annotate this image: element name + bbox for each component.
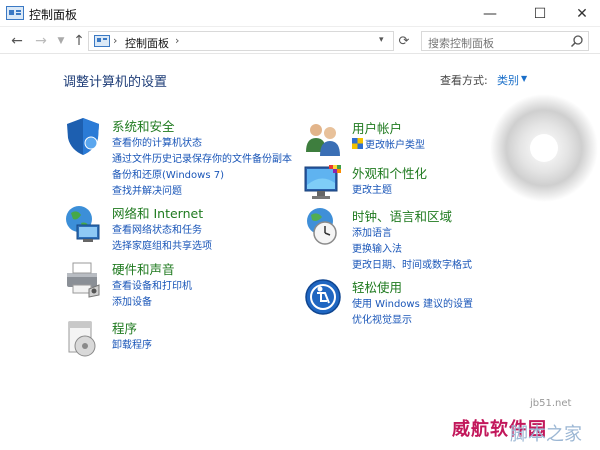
link-add-device[interactable]: 添加设备: [112, 293, 152, 308]
programs-icon[interactable]: [63, 318, 103, 358]
watermark-url: jb51.net: [530, 398, 572, 409]
minimize-button[interactable]: —: [468, 0, 512, 27]
control-panel-icon: [6, 6, 24, 20]
recent-locations-button[interactable]: ▼: [52, 30, 70, 52]
window-title: 控制面板: [29, 8, 78, 22]
link-change-theme[interactable]: 更改主题: [352, 181, 392, 196]
back-button[interactable]: ←: [8, 30, 26, 52]
chevron-down-icon[interactable]: ▼: [521, 74, 527, 83]
category-title[interactable]: 时钟、语言和区域: [352, 206, 452, 225]
network-globe-icon[interactable]: [63, 203, 103, 243]
forward-button[interactable]: →: [32, 30, 50, 52]
refresh-button[interactable]: ⟳: [396, 31, 412, 51]
maximize-button[interactable]: ☐: [518, 0, 562, 27]
category-title[interactable]: 用户帐户: [352, 118, 402, 137]
link-add-language[interactable]: 添加语言: [352, 224, 392, 239]
breadcrumb-control-panel[interactable]: 控制面板: [125, 35, 169, 51]
category-title[interactable]: 系统和安全: [112, 116, 175, 135]
link-change-input-method[interactable]: 更换输入法: [352, 240, 402, 255]
category-title[interactable]: 轻松使用: [352, 277, 402, 296]
page-title: 调整计算机的设置: [63, 75, 168, 90]
user-accounts-icon[interactable]: [303, 118, 343, 158]
link-recommended-settings[interactable]: 使用 Windows 建议的设置: [352, 295, 473, 310]
category-title[interactable]: 外观和个性化: [352, 163, 427, 182]
link-devices-printers[interactable]: 查看设备和打印机: [112, 277, 192, 292]
control-panel-icon: [94, 35, 110, 47]
appearance-monitor-icon[interactable]: [303, 163, 343, 203]
link-view-computer-status[interactable]: 查看你的计算机状态: [112, 134, 202, 149]
ease-of-access-icon[interactable]: [303, 277, 343, 317]
shield-icon[interactable]: [63, 116, 103, 156]
search-icon[interactable]: [570, 34, 584, 48]
link-troubleshoot[interactable]: 查找并解决问题: [112, 182, 182, 197]
link-uninstall-program[interactable]: 卸载程序: [112, 336, 152, 351]
link-change-account-type[interactable]: 更改帐户类型: [365, 136, 425, 151]
watermark-text: 脚本之家: [510, 424, 582, 445]
view-by-dropdown[interactable]: 类别: [497, 72, 519, 88]
category-title[interactable]: 硬件和声音: [112, 259, 175, 278]
watermark-swirl-image: [490, 94, 598, 202]
link-homegroup-sharing[interactable]: 选择家庭组和共享选项: [112, 237, 212, 252]
category-title[interactable]: 程序: [112, 318, 137, 337]
title-bar: 控制面板 — ☐ ✕: [0, 0, 600, 27]
search-box[interactable]: [421, 31, 589, 53]
clock-globe-icon[interactable]: [303, 206, 343, 246]
category-title[interactable]: 网络和 Internet: [112, 203, 203, 222]
view-by-label: 查看方式:: [440, 74, 488, 87]
navigation-bar: ← → ▼ ↑ › 控制面板 › ▾ ⟳: [0, 28, 600, 54]
address-bar[interactable]: › 控制面板 › ▾: [88, 31, 394, 51]
breadcrumb-separator[interactable]: ›: [175, 34, 179, 47]
link-optimize-visual-display[interactable]: 优化视觉显示: [352, 311, 412, 326]
link-network-status[interactable]: 查看网络状态和任务: [112, 221, 202, 236]
link-change-date-time-format[interactable]: 更改日期、时间或数字格式: [352, 256, 472, 271]
search-input[interactable]: [428, 34, 568, 53]
breadcrumb-separator[interactable]: ›: [113, 34, 117, 47]
link-file-history-backup[interactable]: 通过文件历史记录保存你的文件备份副本: [112, 150, 292, 165]
uac-shield-icon: [352, 138, 363, 149]
printer-icon[interactable]: [63, 259, 103, 299]
close-button[interactable]: ✕: [560, 0, 600, 27]
up-button[interactable]: ↑: [70, 30, 88, 52]
address-dropdown-button[interactable]: ▾: [379, 35, 384, 45]
link-backup-restore[interactable]: 备份和还原(Windows 7): [112, 166, 224, 181]
